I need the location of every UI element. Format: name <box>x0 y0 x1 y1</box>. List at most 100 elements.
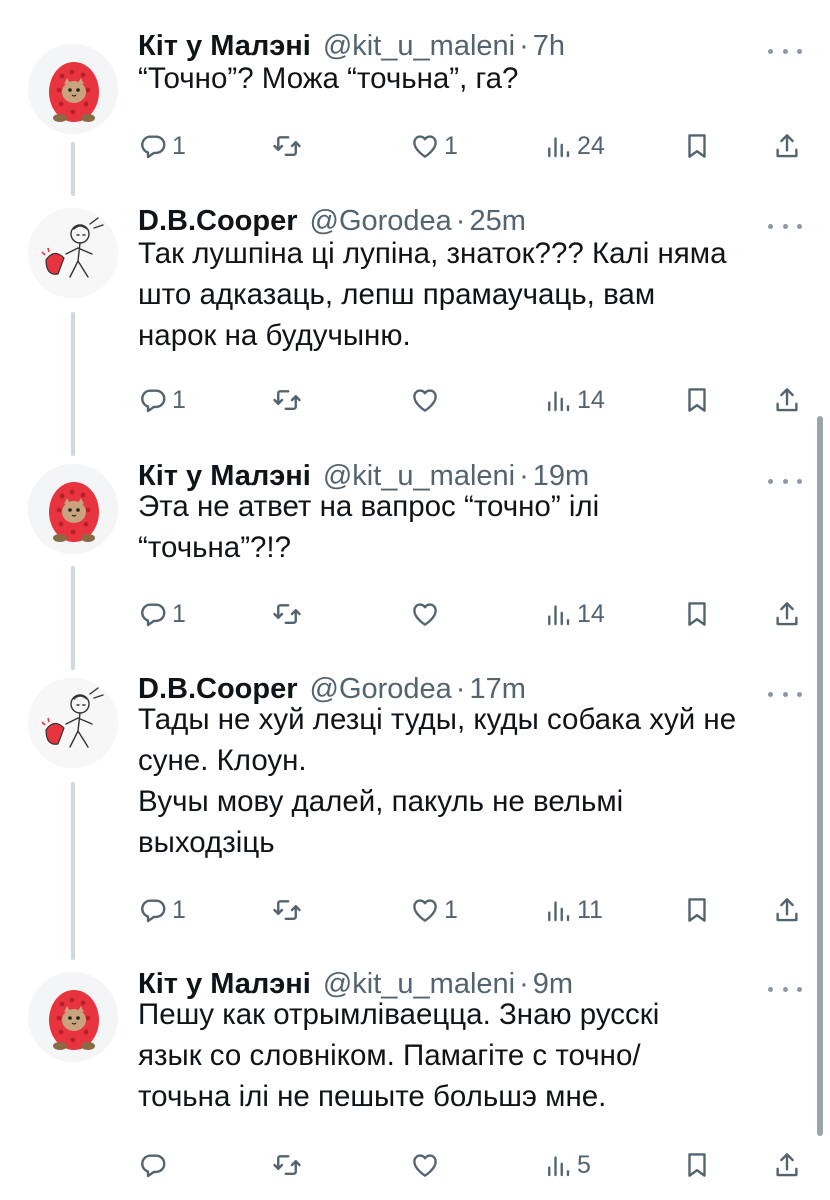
share-icon <box>772 895 802 925</box>
bookmark-button[interactable] <box>682 892 712 928</box>
bookmark-button[interactable] <box>682 128 712 164</box>
tweet-text-line: точьна ілі не пешыте большэ мне. <box>138 1080 607 1113</box>
share-button[interactable] <box>772 382 802 418</box>
share-button[interactable] <box>772 596 802 632</box>
views-chart-icon <box>543 131 573 161</box>
like-count: 1 <box>444 895 458 924</box>
bookmark-icon <box>682 385 712 415</box>
scrollbar[interactable] <box>817 416 823 1136</box>
views-chart-icon <box>543 895 573 925</box>
like-button[interactable]: 1 <box>410 128 458 164</box>
bookmark-icon <box>682 131 712 161</box>
reply-tweet[interactable]: Кіт у Малэні @kit_u_maleni · 7h “Точно”? Мож… <box>0 30 830 230</box>
heart-icon <box>410 1150 440 1180</box>
heart-icon <box>410 599 440 629</box>
tweet-text: Эта не атвет на вапрос “точно” ілі “точьн… <box>138 486 798 568</box>
like-button[interactable]: 1 <box>410 892 458 928</box>
views-count: 14 <box>577 385 605 414</box>
action-bar: 1 14 <box>0 596 830 632</box>
heart-icon <box>410 385 440 415</box>
reply-button[interactable]: 1 <box>138 382 186 418</box>
reply-icon <box>138 131 168 161</box>
views-button[interactable]: 11 <box>543 892 603 928</box>
bookmark-icon <box>682 599 712 629</box>
tweet-text: “Точно”? Можа “точьна”, га? <box>138 58 798 99</box>
reply-button[interactable]: 1 <box>138 128 186 164</box>
raspberry-cat-avatar[interactable] <box>28 44 118 134</box>
raspberry-cat-avatar[interactable] <box>28 972 118 1062</box>
reply-button[interactable] <box>138 1147 168 1183</box>
bookmark-button[interactable] <box>682 382 712 418</box>
tweet-text-line: суне. Клоун. <box>138 744 307 777</box>
views-count: 11 <box>577 895 603 924</box>
retweet-button[interactable] <box>272 892 302 928</box>
reply-count: 1 <box>172 385 186 414</box>
retweet-button[interactable] <box>272 1147 302 1183</box>
views-count: 5 <box>577 1150 591 1179</box>
like-count: 1 <box>444 131 458 160</box>
reply-button[interactable]: 1 <box>138 596 186 632</box>
like-button[interactable] <box>410 596 440 632</box>
reply-icon <box>138 1150 168 1180</box>
tweet-text-line: Вучы мову далей, пакуль не вельмі <box>138 785 624 818</box>
action-bar: 1 1 24 <box>0 128 830 164</box>
views-chart-icon <box>543 599 573 629</box>
retweet-icon <box>272 385 302 415</box>
tweet-text-line: “Точно”? Можа “точьна”, га? <box>138 62 519 95</box>
tweet-text: Тады не хуй лезці туды, куды собака хуй … <box>138 699 798 863</box>
reply-button[interactable]: 1 <box>138 892 186 928</box>
views-chart-icon <box>543 385 573 415</box>
retweet-icon <box>272 1150 302 1180</box>
action-bar: 1 14 <box>0 382 830 418</box>
tweet-text-line: Эта не атвет на вапрос “точно” ілі <box>138 490 600 523</box>
heart-icon <box>410 895 440 925</box>
tweet-text-line: нарок на будучыню. <box>138 319 411 352</box>
tweet-text-line: “точьна”?!? <box>138 531 292 564</box>
like-button[interactable] <box>410 1147 440 1183</box>
tweet-text-line: язык со словніком. Памагіте с точно/ <box>138 1039 641 1072</box>
retweet-icon <box>272 599 302 629</box>
sketch-character-avatar[interactable] <box>28 678 118 768</box>
tweet-text-line: што адказаць, лепш прамаучаць, вам <box>138 278 656 311</box>
retweet-button[interactable] <box>272 128 302 164</box>
like-button[interactable] <box>410 382 440 418</box>
action-bar: 5 <box>0 1147 830 1183</box>
reply-count: 1 <box>172 895 186 924</box>
bookmark-icon <box>682 895 712 925</box>
tweet-text-line: Пешу как отрымліваецца. Знаю русскі <box>138 998 660 1031</box>
share-button[interactable] <box>772 1147 802 1183</box>
retweet-button[interactable] <box>272 382 302 418</box>
bookmark-icon <box>682 1150 712 1180</box>
reply-tweet[interactable]: D.B.Cooper @Gorodea · 17m Тады не хуй лезці … <box>0 673 830 960</box>
bookmark-button[interactable] <box>682 596 712 632</box>
share-icon <box>772 385 802 415</box>
share-button[interactable] <box>772 892 802 928</box>
retweet-icon <box>272 131 302 161</box>
heart-icon <box>410 131 440 161</box>
share-icon <box>772 131 802 161</box>
reply-count: 1 <box>172 599 186 628</box>
raspberry-cat-avatar[interactable] <box>28 464 118 554</box>
action-bar: 1 1 11 <box>0 892 830 928</box>
views-chart-icon <box>543 1150 573 1180</box>
retweet-icon <box>272 895 302 925</box>
share-icon <box>772 1150 802 1180</box>
thread-connector-line <box>71 782 75 960</box>
tweet-text: Так лушпіна ці лупіна, знаток??? Калі ня… <box>138 233 798 356</box>
views-count: 14 <box>577 599 605 628</box>
bookmark-button[interactable] <box>682 1147 712 1183</box>
views-count: 24 <box>577 131 605 160</box>
share-button[interactable] <box>772 128 802 164</box>
reply-tweet[interactable]: Кіт у Малэні @kit_u_maleni · 19m Эта не атве… <box>0 460 830 670</box>
views-button[interactable]: 14 <box>543 382 605 418</box>
reply-tweet[interactable]: Кіт у Малэні @kit_u_maleni · 9m Пешу как отр… <box>0 968 830 1179</box>
reply-icon <box>138 599 168 629</box>
retweet-button[interactable] <box>272 596 302 632</box>
views-button[interactable]: 24 <box>543 128 605 164</box>
reply-tweet[interactable]: D.B.Cooper @Gorodea · 25m Так лушпіна ці луп… <box>0 205 830 456</box>
reply-count: 1 <box>172 131 186 160</box>
views-button[interactable]: 5 <box>543 1147 591 1183</box>
tweet-text: Пешу как отрымліваецца. Знаю русскі язык … <box>138 994 798 1117</box>
views-button[interactable]: 14 <box>543 596 605 632</box>
sketch-character-avatar[interactable] <box>28 208 118 298</box>
